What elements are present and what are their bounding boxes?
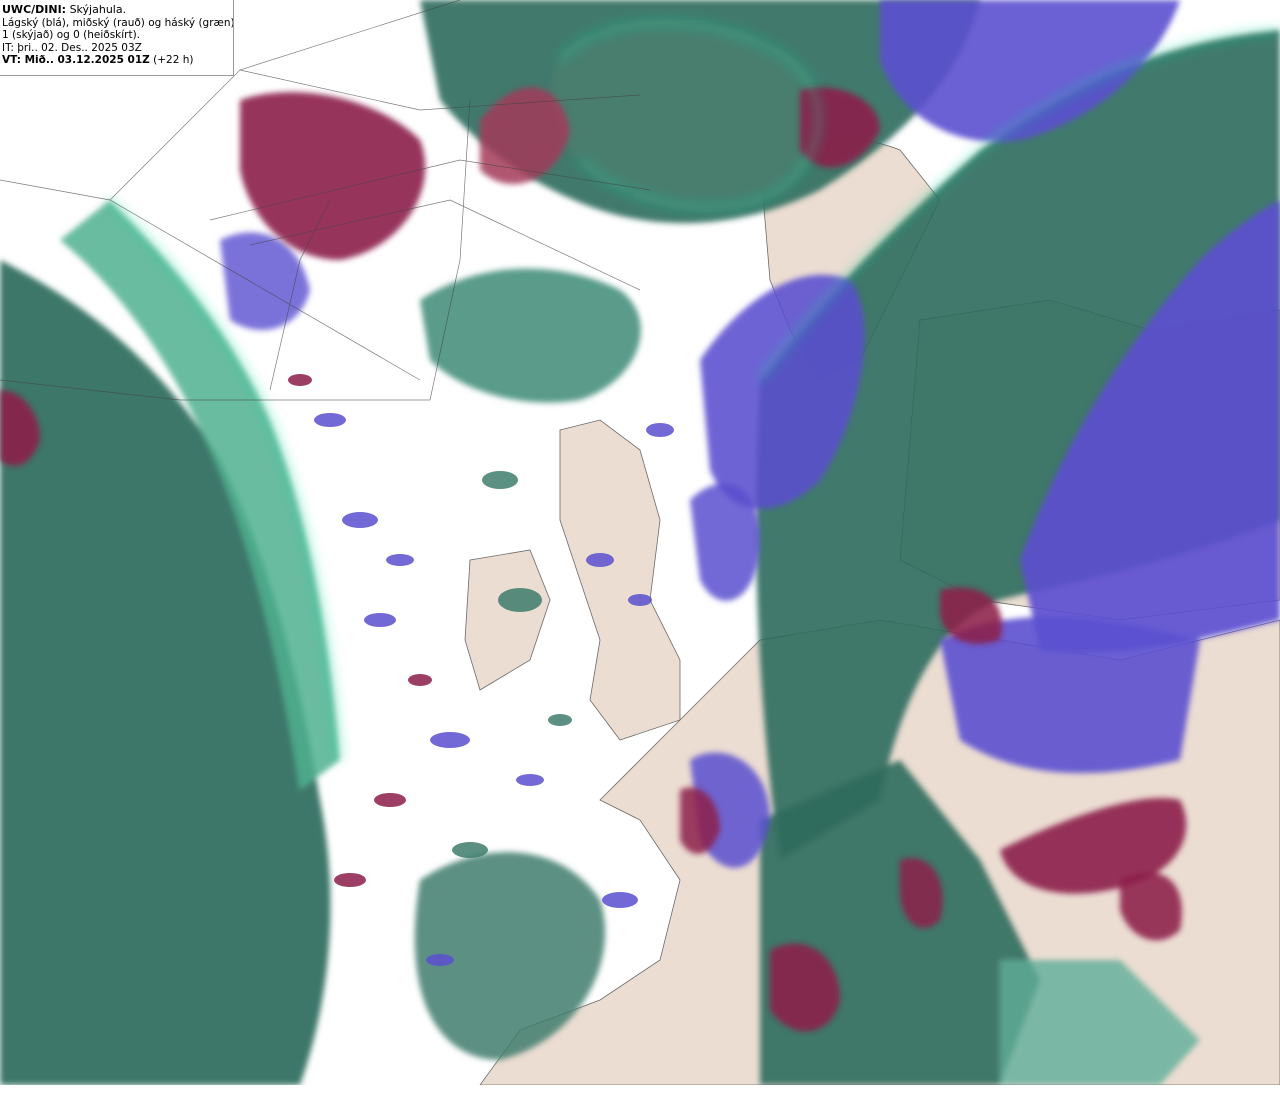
field-label: Skýjahula.: [69, 4, 127, 16]
map-legend: UWC/DINI: Skýjahula. Lágský (blá), miðsk…: [0, 0, 234, 76]
cell: [482, 471, 518, 489]
init-time: IT: þri.. 02. Des.. 2025 03Z: [2, 41, 142, 54]
cell: [314, 413, 346, 427]
cell: [602, 892, 638, 908]
cloud-cover-map: [0, 0, 1280, 1085]
cell: [452, 842, 488, 858]
cell: [516, 774, 544, 786]
cell: [288, 374, 312, 386]
cell: [342, 512, 378, 528]
cell: [646, 423, 674, 437]
cell: [334, 873, 366, 887]
layers-description: Lágský (blá), miðský (rauð) og háský (gr…: [2, 16, 233, 29]
cell: [498, 588, 542, 612]
cell: [364, 613, 396, 627]
cell: [374, 793, 406, 807]
lead-time: (+22 h): [153, 54, 194, 66]
cell: [408, 674, 432, 686]
cell: [548, 714, 572, 726]
cell: [426, 954, 454, 966]
bottom-margin: [0, 1085, 1280, 1115]
cell: [430, 732, 470, 748]
cell: [386, 554, 414, 566]
scale-description: 1 (skýjað) og 0 (heiðskírt).: [2, 29, 141, 41]
cell: [628, 594, 652, 606]
cell: [586, 553, 614, 567]
model-label: UWC/DINI:: [2, 4, 67, 16]
valid-time: VT: Mið.. 03.12.2025 01Z: [2, 54, 150, 66]
